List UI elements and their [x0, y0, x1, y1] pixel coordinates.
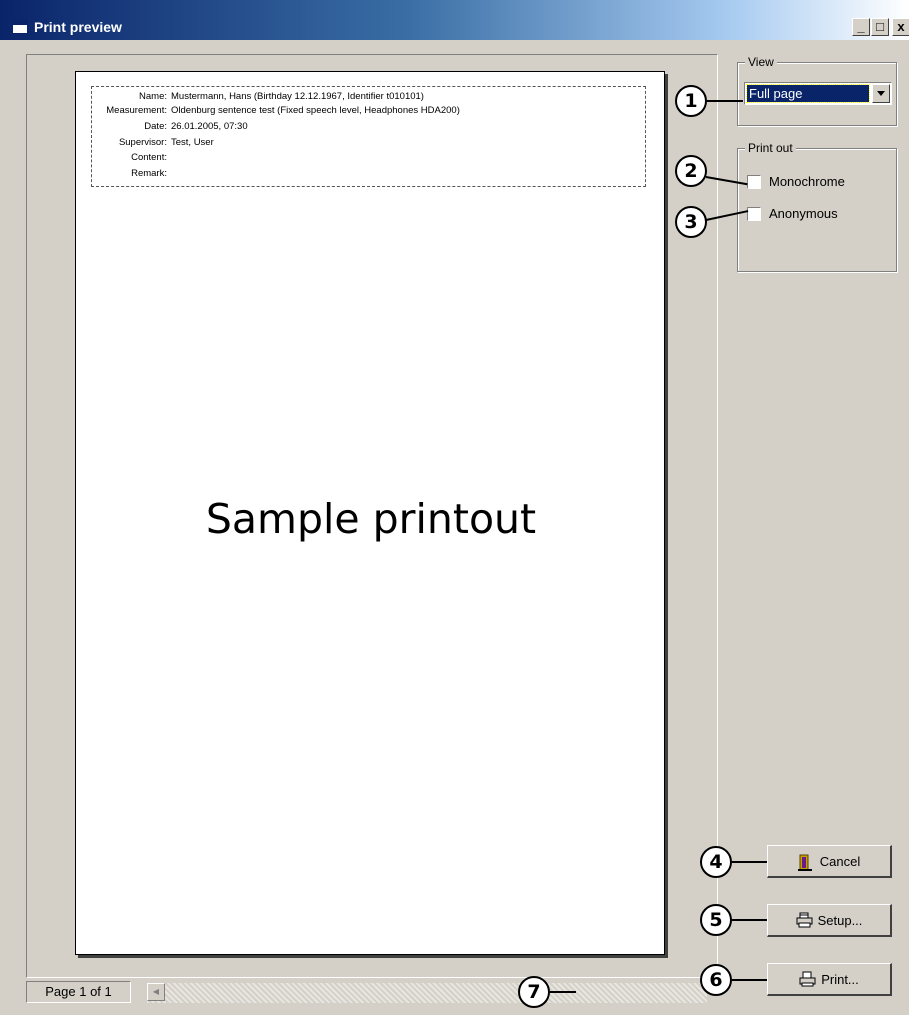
monochrome-checkbox[interactable]: [747, 175, 761, 189]
header-value: Oldenburg sentence test (Fixed speech le…: [171, 105, 460, 116]
sample-printout-text: Sample printout: [205, 495, 537, 543]
callout-3: 3: [675, 206, 707, 238]
callout-5-leader: [732, 919, 767, 921]
scroll-left-arrow-icon[interactable]: ◀: [147, 983, 165, 1001]
header-label: Measurement:: [106, 105, 167, 116]
view-dropdown[interactable]: Full page: [744, 82, 892, 105]
callout-1-leader: [707, 100, 743, 102]
cancel-button[interactable]: Cancel: [767, 845, 892, 878]
callout-1: 1: [675, 85, 707, 117]
print-preview-window: Print preview _ □ x Name: Mustermann, Ha…: [0, 0, 909, 1015]
header-row-supervisor: Supervisor: Test, User: [92, 136, 647, 150]
printer-setup-icon: [796, 912, 813, 928]
header-value: 26.01.2005, 07:30: [171, 121, 248, 132]
title-bar[interactable]: Print preview _ □ x: [0, 0, 909, 40]
header-row-date: Date: 26.01.2005, 07:30: [92, 120, 647, 134]
anonymous-label[interactable]: Anonymous: [769, 206, 838, 222]
header-row-content: Content:: [92, 151, 647, 165]
callout-4: 4: [700, 846, 732, 878]
callout-7-leader: [550, 991, 576, 993]
door-exit-icon: [797, 853, 814, 871]
maximize-button[interactable]: □: [871, 18, 889, 36]
header-row-measurement: Measurement: Oldenburg sentence test (Fi…: [92, 104, 647, 118]
cancel-label: Cancel: [819, 853, 861, 869]
callout-2: 2: [675, 155, 707, 187]
header-label: Name:: [139, 91, 167, 102]
callout-4-leader: [732, 861, 767, 863]
window-title: Print preview: [34, 19, 122, 35]
preview-pane[interactable]: Name: Mustermann, Hans (Birthday 12.12.1…: [26, 54, 718, 978]
printer-icon: [799, 971, 816, 987]
print-button[interactable]: Print...: [767, 963, 892, 996]
window-icon: [12, 20, 28, 34]
callout-7: 7: [518, 976, 550, 1008]
anonymous-checkbox[interactable]: [747, 207, 761, 221]
horizontal-scrollbar[interactable]: ◀: [147, 983, 707, 1003]
setup-label: Setup...: [817, 912, 863, 928]
print-out-group-title: Print out: [745, 141, 796, 155]
header-label: Remark:: [131, 168, 167, 179]
header-value: Test, User: [171, 137, 214, 148]
header-value: Mustermann, Hans (Birthday 12.12.1967, I…: [171, 91, 424, 102]
preview-page: Name: Mustermann, Hans (Birthday 12.12.1…: [75, 71, 665, 955]
callout-6: 6: [700, 964, 732, 996]
header-row-remark: Remark:: [92, 167, 647, 181]
callout-5: 5: [700, 904, 732, 936]
header-label: Content:: [131, 152, 167, 163]
view-group-title: View: [745, 55, 777, 69]
view-dropdown-value: Full page: [746, 84, 870, 103]
header-row-name: Name: Mustermann, Hans (Birthday 12.12.1…: [92, 90, 647, 104]
callout-6-leader: [732, 979, 767, 981]
printout-header: Name: Mustermann, Hans (Birthday 12.12.1…: [91, 86, 646, 187]
minimize-button[interactable]: _: [852, 18, 870, 36]
close-button[interactable]: x: [892, 18, 909, 36]
header-label: Date:: [144, 121, 167, 132]
page-indicator: Page 1 of 1: [26, 981, 131, 1003]
setup-button[interactable]: Setup...: [767, 904, 892, 937]
monochrome-label[interactable]: Monochrome: [769, 174, 845, 190]
chevron-down-icon[interactable]: [872, 84, 890, 103]
header-label: Supervisor:: [118, 137, 167, 148]
print-label: Print...: [821, 971, 859, 987]
